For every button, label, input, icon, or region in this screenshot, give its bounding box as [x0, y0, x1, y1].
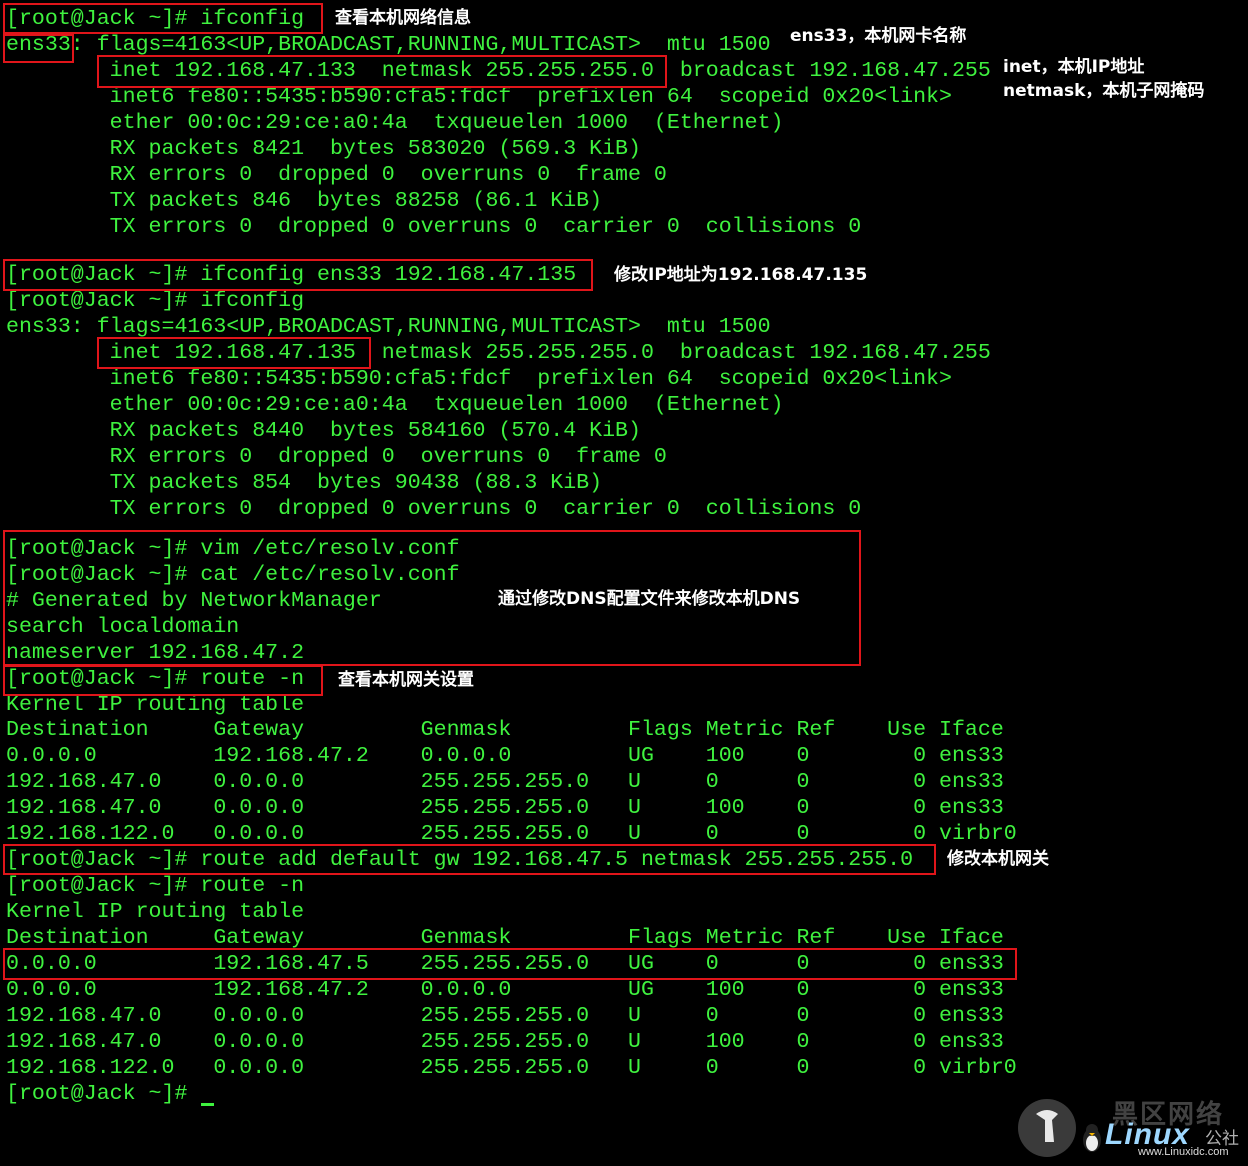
watermark-url: www.Linuxidc.com: [1138, 1146, 1229, 1158]
terminal-line: 192.168.47.0 0.0.0.0 255.255.255.0 U 100…: [6, 1030, 1004, 1054]
terminal-line: ether 00:0c:29:ce:a0:4a txqueuelen 1000 …: [6, 393, 784, 417]
terminal-line: 192.168.122.0 0.0.0.0 255.255.255.0 U 0 …: [6, 1056, 1017, 1080]
terminal-window[interactable]: [root@Jack ~]# ifconfig ens33: flags=416…: [0, 0, 1248, 1161]
terminal-cursor: [201, 1103, 214, 1106]
annotation-inet-ip: inet，本机IP地址: [1003, 57, 1145, 77]
terminal-line: RX errors 0 dropped 0 overruns 0 frame 0: [6, 445, 667, 469]
terminal-line: 192.168.47.0 0.0.0.0 255.255.255.0 U 0 0…: [6, 1004, 1004, 1028]
terminal-line: 0.0.0.0 192.168.47.2 0.0.0.0 UG 100 0 0 …: [6, 744, 1004, 768]
annotation-modify-dns: 通过修改DNS配置文件来修改本机DNS: [498, 589, 801, 609]
annotation-view-gateway: 查看本机网关设置: [338, 670, 474, 690]
highlight-box-route: [3, 665, 323, 696]
annotation-nic-name: ens33，本机网卡名称: [790, 26, 967, 46]
terminal-line: TX packets 854 bytes 90438 (88.3 KiB): [6, 471, 603, 495]
terminal-line: Kernel IP routing table: [6, 900, 305, 924]
highlight-box-ifconfig: [3, 3, 323, 34]
terminal-line: TX errors 0 dropped 0 overruns 0 carrier…: [6, 497, 862, 521]
highlight-box-route-add: [3, 844, 936, 875]
terminal-line: RX errors 0 dropped 0 overruns 0 frame 0: [6, 163, 667, 187]
terminal-line: [root@Jack ~]# ifconfig: [6, 289, 305, 313]
annotation-netmask: netmask，本机子网掩码: [1003, 81, 1205, 101]
highlight-box-ens33: [3, 34, 74, 63]
highlight-box-inet-netmask: [97, 55, 667, 88]
terminal-prompt-line[interactable]: [root@Jack ~]#: [6, 1081, 200, 1107]
terminal-line: RX packets 8421 bytes 583020 (569.3 KiB): [6, 137, 641, 161]
terminal-line: 192.168.47.0 0.0.0.0 255.255.255.0 U 0 0…: [6, 770, 1004, 794]
annotation-modify-gateway: 修改本机网关: [947, 849, 1049, 869]
highlight-box-new-ip: [97, 337, 371, 369]
highlight-box-modify-ip: [3, 259, 593, 291]
terminal-line: [root@Jack ~]# route -n: [6, 874, 305, 898]
terminal-line: inet6 fe80::5435:b590:cfa5:fdcf prefixle…: [6, 367, 952, 391]
terminal-line: ether 00:0c:29:ce:a0:4a txqueuelen 1000 …: [6, 111, 784, 135]
terminal-line: TX errors 0 dropped 0 overruns 0 carrier…: [6, 215, 862, 239]
terminal-line: RX packets 8440 bytes 584160 (570.4 KiB): [6, 419, 641, 443]
terminal-line: TX packets 846 bytes 88258 (86.1 KiB): [6, 189, 603, 213]
terminal-line: Destination Gateway Genmask Flags Metric…: [6, 718, 1004, 742]
terminal-line: 192.168.47.0 0.0.0.0 255.255.255.0 U 100…: [6, 796, 1004, 820]
annotation-view-network: 查看本机网络信息: [335, 8, 471, 28]
highlight-box-new-route: [3, 948, 1017, 980]
terminal-line: 0.0.0.0 192.168.47.2 0.0.0.0 UG 100 0 0 …: [6, 978, 1004, 1002]
annotation-modify-ip: 修改IP地址为192.168.47.135: [614, 265, 868, 285]
